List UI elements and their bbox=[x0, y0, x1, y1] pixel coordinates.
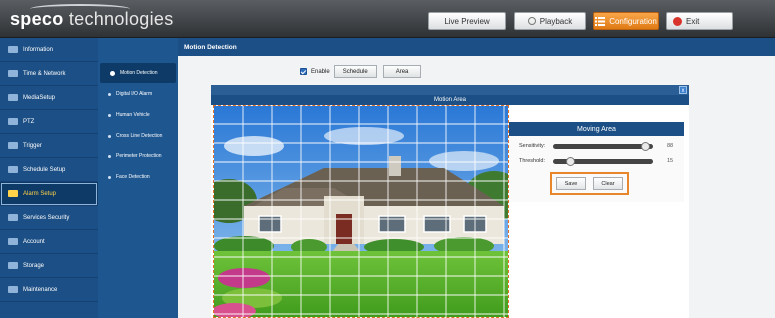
playback-icon bbox=[527, 17, 536, 25]
schedule-button[interactable]: Schedule bbox=[333, 65, 377, 78]
dialog-top-bar: x bbox=[211, 85, 689, 95]
subnav-item-label: Digital I/O Alarm bbox=[116, 91, 153, 97]
sidebar-item-label: Time & Network bbox=[23, 70, 66, 77]
subnav-item-human-vehicle[interactable]: Human Vehicle bbox=[98, 105, 178, 125]
bullet-icon bbox=[108, 113, 111, 117]
threshold-row: Threshold: 15 bbox=[519, 156, 679, 166]
media-icon bbox=[8, 94, 18, 101]
ptz-icon bbox=[8, 118, 18, 125]
playback-button[interactable]: Playback bbox=[514, 12, 586, 30]
subnav: Motion Detection Digital I/O Alarm Human… bbox=[98, 38, 178, 318]
moving-area-panel: Moving Area Sensitivity: 88 Threshold: 1… bbox=[509, 122, 684, 202]
subnav-item-motion-detection[interactable]: Motion Detection bbox=[100, 63, 176, 83]
enable-row: Enable Schedule Area bbox=[300, 65, 422, 78]
storage-icon bbox=[8, 262, 18, 269]
bullet-icon bbox=[108, 134, 111, 138]
save-clear-highlight: Save Clear bbox=[550, 172, 629, 195]
subnav-item-cross-line-detection[interactable]: Cross Line Detection bbox=[98, 126, 178, 146]
sidebar-item-account[interactable]: Account bbox=[0, 230, 98, 254]
live-preview-label: Live Preview bbox=[444, 16, 490, 26]
threshold-label: Threshold: bbox=[519, 158, 545, 164]
alarm-icon bbox=[8, 190, 18, 197]
sidebar-item-trigger[interactable]: Trigger bbox=[0, 134, 98, 158]
sidebar-item-label: PTZ bbox=[23, 118, 35, 125]
bullet-icon bbox=[108, 154, 111, 158]
sidebar-item-label: Storage bbox=[23, 262, 45, 269]
sidebar-item-label: Schedule Setup bbox=[23, 166, 66, 173]
sidebar-item-label: Trigger bbox=[23, 142, 42, 149]
threshold-value: 15 bbox=[667, 158, 674, 164]
threshold-slider-handle[interactable] bbox=[566, 156, 575, 166]
bullet-icon bbox=[108, 92, 111, 96]
sidebar-item-label: Services Security bbox=[23, 214, 70, 221]
account-icon bbox=[8, 238, 18, 245]
subnav-item-label: Perimeter Protection bbox=[116, 153, 162, 159]
sidebar-item-time-network[interactable]: Time & Network bbox=[0, 62, 98, 86]
camera-snapshot[interactable] bbox=[213, 105, 509, 318]
subnav-item-label: Face Detection bbox=[116, 174, 150, 180]
power-icon bbox=[673, 16, 682, 26]
clear-button[interactable]: Clear bbox=[593, 177, 623, 190]
subnav-item-label: Motion Detection bbox=[120, 70, 158, 76]
brand-name-bold: speco bbox=[10, 9, 64, 29]
bullet-icon bbox=[108, 175, 111, 179]
brand-logo: speco technologies bbox=[10, 9, 174, 30]
security-icon bbox=[8, 214, 18, 221]
snapshot-illustration bbox=[214, 106, 508, 317]
area-button[interactable]: Area bbox=[382, 65, 422, 78]
sidebar-item-services-security[interactable]: Services Security bbox=[0, 206, 98, 230]
dialog-title: Motion Area bbox=[211, 95, 689, 105]
close-icon[interactable]: x bbox=[679, 86, 687, 94]
sidebar-item-maintenance[interactable]: Maintenance bbox=[0, 278, 98, 302]
sensitivity-row: Sensitivity: 88 bbox=[519, 141, 679, 151]
sidebar-item-alarm-setup[interactable]: Alarm Setup bbox=[0, 182, 98, 206]
maintenance-icon bbox=[8, 286, 18, 293]
sensitivity-slider-handle[interactable] bbox=[641, 141, 650, 151]
sidebar-item-ptz[interactable]: PTZ bbox=[0, 110, 98, 134]
sidebar-item-schedule-setup[interactable]: Schedule Setup bbox=[0, 158, 98, 182]
main-content: Motion Detection Enable Schedule Area x … bbox=[178, 38, 775, 318]
playback-label: Playback bbox=[539, 16, 573, 26]
sensitivity-value: 88 bbox=[667, 143, 674, 149]
sidebar-item-storage[interactable]: Storage bbox=[0, 254, 98, 278]
configuration-button[interactable]: Configuration bbox=[593, 12, 659, 30]
configuration-icon bbox=[595, 16, 606, 26]
sensitivity-slider[interactable] bbox=[553, 141, 653, 151]
brand-name-light: technologies bbox=[63, 9, 174, 29]
subnav-item-face-detection[interactable]: Face Detection bbox=[98, 167, 178, 187]
subnav-item-digital-io-alarm[interactable]: Digital I/O Alarm bbox=[98, 84, 178, 104]
bullet-icon bbox=[110, 70, 115, 76]
sidebar: Information Time & Network MediaSetup PT… bbox=[0, 38, 98, 318]
top-header: speco technologies Live Preview Playback… bbox=[0, 0, 775, 38]
sensitivity-label: Sensitivity: bbox=[519, 143, 546, 149]
sidebar-item-label: Alarm Setup bbox=[23, 190, 57, 197]
motion-area-dialog: x Motion Area Moving Area Sensitivity: 8… bbox=[211, 85, 689, 318]
enable-checkbox[interactable] bbox=[300, 68, 307, 75]
panel-title: Moving Area bbox=[509, 122, 684, 136]
trigger-icon bbox=[8, 142, 18, 149]
page-title: Motion Detection bbox=[178, 38, 775, 56]
subnav-item-perimeter-protection[interactable]: Perimeter Protection bbox=[98, 146, 178, 166]
schedule-icon bbox=[8, 166, 18, 173]
sidebar-item-information[interactable]: Information bbox=[0, 38, 98, 62]
enable-label: Enable bbox=[311, 68, 330, 75]
subnav-item-label: Human Vehicle bbox=[116, 112, 150, 118]
exit-button[interactable]: Exit bbox=[666, 12, 733, 30]
sidebar-item-label: MediaSetup bbox=[23, 94, 56, 101]
subnav-item-label: Cross Line Detection bbox=[116, 133, 163, 139]
threshold-slider[interactable] bbox=[553, 156, 653, 166]
exit-label: Exit bbox=[686, 16, 700, 26]
sidebar-item-label: Information bbox=[23, 46, 54, 53]
sidebar-item-label: Account bbox=[23, 238, 45, 245]
sidebar-item-media-setup[interactable]: MediaSetup bbox=[0, 86, 98, 110]
configuration-label: Configuration bbox=[609, 16, 657, 26]
sidebar-item-label: Maintenance bbox=[23, 286, 58, 293]
info-icon bbox=[8, 46, 18, 53]
save-button[interactable]: Save bbox=[556, 177, 586, 190]
live-preview-button[interactable]: Live Preview bbox=[428, 12, 506, 30]
network-icon bbox=[8, 70, 18, 77]
